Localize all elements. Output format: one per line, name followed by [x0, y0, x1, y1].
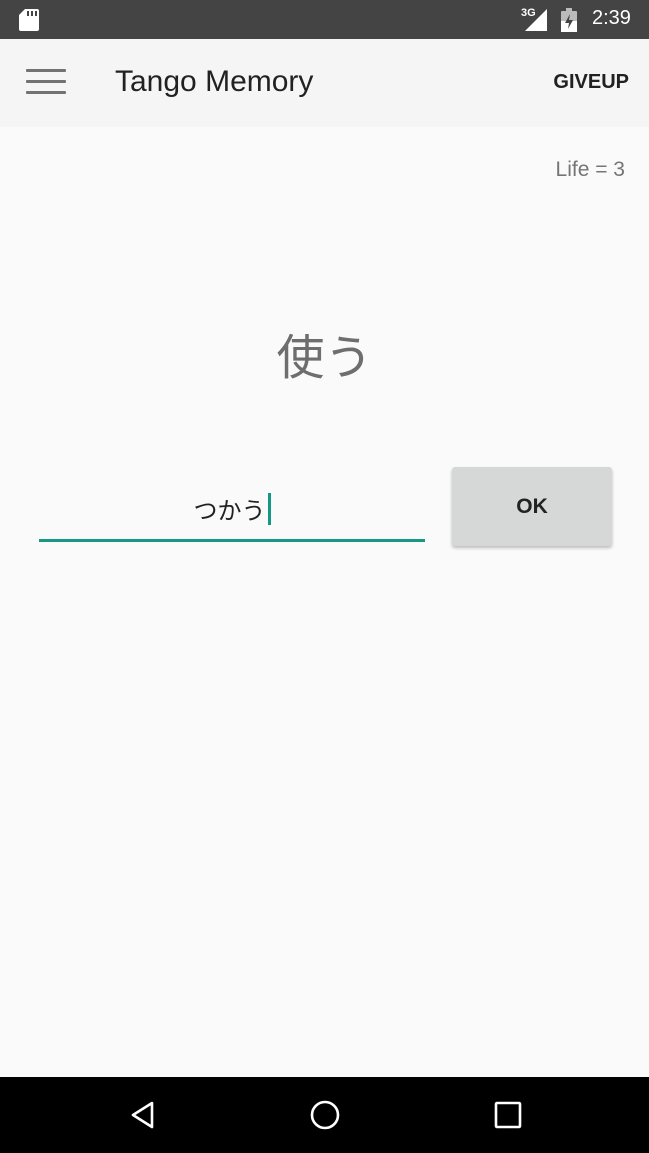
status-bar: 3G 2:39 — [0, 0, 649, 39]
back-icon[interactable] — [128, 1100, 158, 1130]
app-title: Tango Memory — [115, 65, 314, 98]
navigation-bar — [0, 1077, 649, 1153]
home-icon[interactable] — [309, 1099, 341, 1131]
clock: 2:39 — [592, 7, 631, 29]
quiz-word: 使う — [276, 330, 373, 386]
answer-input-value: つかう — [193, 497, 266, 525]
answer-input[interactable]: つかう — [39, 478, 425, 542]
text-cursor — [267, 492, 271, 525]
sd-card-icon — [19, 9, 39, 31]
recents-icon[interactable] — [494, 1101, 522, 1129]
giveup-button[interactable]: GIVEUP — [553, 71, 629, 94]
battery-icon — [561, 8, 577, 32]
ok-button[interactable]: OK — [452, 467, 612, 546]
life-counter: Life = 3 — [555, 158, 625, 181]
app-bar: Tango Memory GIVEUP — [0, 39, 649, 127]
hamburger-menu-icon[interactable] — [26, 69, 66, 97]
signal-icon — [525, 9, 547, 31]
